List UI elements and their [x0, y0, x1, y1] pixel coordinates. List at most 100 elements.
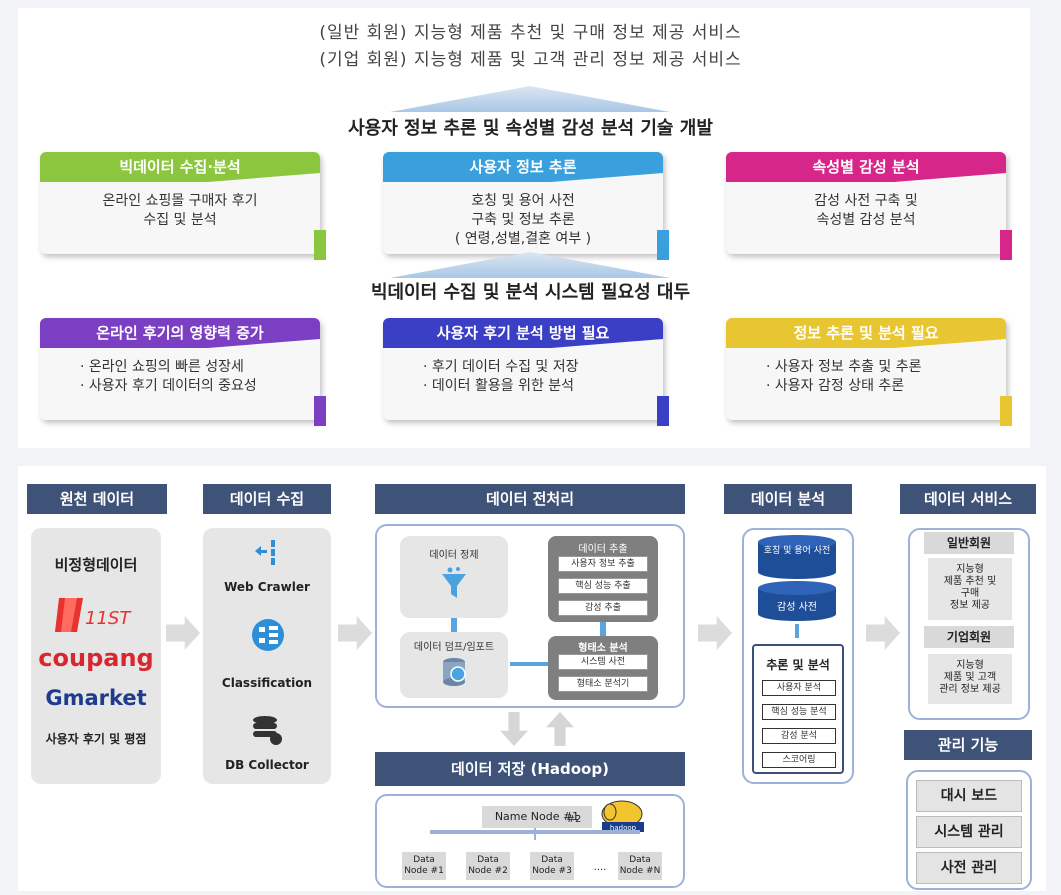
refine-label: 데이터 정제 — [429, 550, 479, 561]
preprocess-header: 데이터 전처리 — [375, 484, 685, 514]
source-header: 원천 데이터 — [27, 484, 167, 514]
extract-item: 감성 추출 — [558, 600, 648, 616]
menu-dashboard[interactable]: 대시 보드 — [916, 780, 1022, 812]
general-line: 구매 — [960, 588, 980, 599]
collect-box: Web Crawler Classification DB Collector — [203, 528, 331, 784]
corp-member-title: 기업회원 — [924, 626, 1014, 648]
card-line: · 후기 데이터 수집 및 저장 — [423, 359, 579, 375]
11st-text: 11ST — [85, 608, 132, 629]
card-body: 온라인 쇼핑몰 구매자 후기수집 및 분석 — [50, 192, 310, 230]
service-header: 데이터 서비스 — [900, 484, 1036, 514]
tech-cards-2: 속성별 감성 분석 감성 사전 구축 및 속성별 감성 분석 — [726, 152, 1012, 260]
corp-line: 지능형 — [956, 660, 984, 671]
analysis-header: 데이터 분석 — [724, 484, 852, 514]
card-line: 수집 및 분석 — [143, 212, 217, 228]
hadoop-logo: hadoop — [598, 798, 650, 834]
dump-label: 데이터 덤프/임포트 — [413, 642, 495, 653]
tech-cards-0: 빅데이터 수집·분석온라인 쇼핑몰 구매자 후기수집 및 분석 — [40, 152, 326, 260]
need-cards-2: 정보 추론 및 분석 필요 · 사용자 정보 추출 및 추론 · 사용자 감정 상태… — [726, 318, 1012, 426]
coupang-logo: coupang — [38, 644, 154, 672]
card-accent — [657, 396, 669, 426]
card-title: 사용자 정보 추론 — [383, 152, 663, 182]
card-line: 속성별 감성 분석 — [816, 212, 916, 228]
card-title: 속성별 감성 분석 — [726, 152, 1006, 182]
extract-box: 데이터 추출 사용자 정보 추출 핵심 성능 추출 감성 추출 — [548, 536, 658, 622]
data-node-3: Data Node #3 — [530, 852, 574, 880]
morph-box: 형태소 분석 시스템 사전 형태소 분석기 — [548, 636, 658, 700]
card-accent — [1000, 230, 1012, 260]
arrow-up-icon — [600, 622, 606, 636]
tree-line — [534, 828, 536, 840]
card-line: · 사용자 후기 데이터의 중요성 — [80, 378, 257, 394]
tree-line — [430, 832, 640, 834]
tech-banner: 사용자 정보 추론 및 속성별 감성 분석 기술 개발 — [348, 118, 713, 139]
data-node-ellipsis: .... — [593, 862, 607, 873]
card-line: · 온라인 쇼핑의 빠른 성장세 — [80, 359, 244, 375]
collect-item-2: DB Collector — [225, 758, 309, 772]
db-import-icon — [440, 656, 470, 688]
card-line: 구축 및 정보 추론 — [471, 212, 575, 228]
card-accent — [314, 230, 326, 260]
general-member-body: 지능형 제품 추천 및 구매 정보 제공 — [928, 558, 1012, 620]
morph-item: 형태소 분석기 — [558, 676, 648, 692]
goal-general: (일반 회원) 지능형 제품 추천 및 구매 정보 제공 서비스 — [319, 23, 742, 43]
name-node-2: #2 — [566, 814, 582, 825]
arrow-right-icon — [510, 662, 548, 666]
card-title: 온라인 후기의 영향력 증가 — [40, 318, 320, 348]
11st-logo: 11ST — [55, 594, 135, 634]
need-banner: 빅데이터 수집 및 분석 시스템 필요성 대두 — [370, 282, 691, 303]
card-body: · 온라인 쇼핑의 빠른 성장세 · 사용자 후기 데이터의 중요성 — [50, 358, 310, 396]
tech-cards-1: 사용자 정보 추론호칭 및 용어 사전구축 및 정보 추론 ( 연령,성별,결혼 … — [383, 152, 669, 260]
infer-item: 사용자 분석 — [762, 680, 836, 696]
need-cards-0: 온라인 후기의 영향력 증가 · 온라인 쇼핑의 빠른 성장세 · 사용자 후기 데… — [40, 318, 326, 426]
morph-title: 형태소 분석 — [578, 643, 628, 654]
card-body: · 사용자 정보 추출 및 추론 · 사용자 감정 상태 추론 — [736, 358, 996, 396]
goal-corporate: (기업 회원) 지능형 제품 및 고객 관리 정보 제공 서비스 — [319, 50, 742, 70]
card-line: ( 연령,성별,결혼 여부 ) — [454, 231, 592, 247]
card-title: 정보 추론 및 분석 필요 — [726, 318, 1006, 348]
card-line: 호칭 및 용어 사전 — [471, 193, 575, 209]
card-body: 호칭 및 용어 사전구축 및 정보 추론 ( 연령,성별,결혼 여부 ) — [393, 192, 653, 249]
storage-header: 데이터 저장 (Hadoop) — [375, 752, 685, 786]
corp-line: 관리 정보 제공 — [939, 684, 1001, 695]
gmarket-logo: Gmarket — [45, 686, 147, 710]
source-label: 비정형데이터 — [54, 556, 138, 574]
general-line: 지능형 — [956, 564, 984, 575]
card-line: 감성 사전 구축 및 — [814, 193, 918, 209]
card-line: · 사용자 정보 추출 및 추론 — [766, 359, 922, 375]
card-line: · 데이터 활용을 위한 분석 — [423, 378, 575, 394]
source-box: 비정형데이터 11ST coupang Gmarket 사용자 후기 및 평점 — [31, 528, 161, 784]
morph-item: 시스템 사전 — [558, 654, 648, 670]
collect-item-0: Web Crawler — [224, 580, 310, 594]
arrow-down-icon — [451, 618, 457, 632]
db1-label: 호칭 및 용어 사전 — [763, 546, 831, 556]
data-node-n: Data Node #N — [618, 852, 662, 880]
card-body: 감성 사전 구축 및속성별 감성 분석 — [736, 192, 996, 230]
infer-item: 감성 분석 — [762, 728, 836, 744]
need-cards-1: 사용자 후기 분석 방법 필요 · 후기 데이터 수집 및 저장 · 데이터 활용을… — [383, 318, 669, 426]
card-accent — [314, 396, 326, 426]
general-line: 정보 제공 — [950, 600, 990, 611]
corp-line: 제품 및 고객 — [943, 672, 997, 683]
card-body: · 후기 데이터 수집 및 저장 · 데이터 활용을 위한 분석 — [393, 358, 653, 396]
database-icon — [251, 714, 283, 746]
infer-title: 추론 및 분석 — [766, 658, 830, 672]
admin-header: 관리 기능 — [904, 730, 1032, 760]
data-node-1: Data Node #1 — [402, 852, 446, 880]
menu-system-admin[interactable]: 시스템 관리 — [916, 816, 1022, 848]
general-member-title: 일반회원 — [924, 532, 1014, 554]
card-line: · 사용자 감정 상태 추론 — [766, 378, 905, 394]
general-line: 제품 추천 및 — [943, 576, 997, 587]
refine-box: 데이터 정제 — [400, 536, 508, 618]
data-node-2: Data Node #2 — [466, 852, 510, 880]
menu-dictionary-admin[interactable]: 사전 관리 — [916, 852, 1022, 884]
corp-member-body: 지능형 제품 및 고객 관리 정보 제공 — [928, 654, 1012, 704]
card-accent — [1000, 396, 1012, 426]
infer-item: 핵심 성능 분석 — [762, 704, 836, 720]
card-line: 온라인 쇼핑몰 구매자 후기 — [102, 193, 258, 209]
extract-item: 사용자 정보 추출 — [558, 556, 648, 572]
dictionary-db-icon — [756, 534, 838, 580]
collect-item-1: Classification — [221, 676, 313, 690]
card-title: 빅데이터 수집·분석 — [40, 152, 320, 182]
collect-header: 데이터 수집 — [203, 484, 331, 514]
